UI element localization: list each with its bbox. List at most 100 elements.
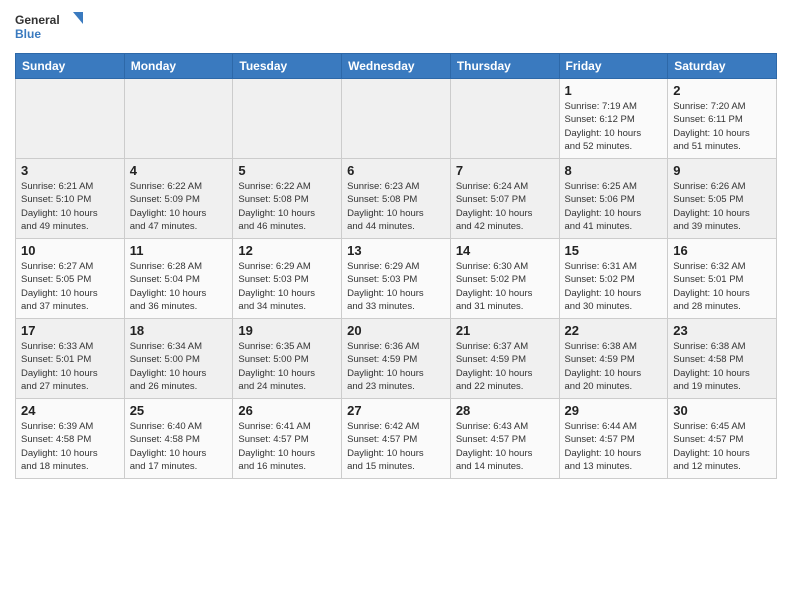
logo: General Blue [15, 10, 85, 45]
day-info: Sunrise: 7:20 AM Sunset: 6:11 PM Dayligh… [673, 100, 771, 153]
day-info: Sunrise: 6:32 AM Sunset: 5:01 PM Dayligh… [673, 260, 771, 313]
calendar-cell [342, 79, 451, 159]
weekday-header-wednesday: Wednesday [342, 54, 451, 79]
day-info: Sunrise: 6:25 AM Sunset: 5:06 PM Dayligh… [565, 180, 663, 233]
calendar-cell: 5 Sunrise: 6:22 AM Sunset: 5:08 PM Daylig… [233, 159, 342, 239]
logo-svg: General Blue [15, 10, 85, 45]
day-info: Sunrise: 6:24 AM Sunset: 5:07 PM Dayligh… [456, 180, 554, 233]
day-info: Sunrise: 6:29 AM Sunset: 5:03 PM Dayligh… [238, 260, 336, 313]
day-number: 29 [565, 403, 663, 418]
day-number: 8 [565, 163, 663, 178]
day-number: 22 [565, 323, 663, 338]
day-number: 26 [238, 403, 336, 418]
day-number: 4 [130, 163, 228, 178]
day-info: Sunrise: 6:27 AM Sunset: 5:05 PM Dayligh… [21, 260, 119, 313]
calendar-cell: 27Sunrise: 6:42 AM Sunset: 4:57 PM Dayli… [342, 399, 451, 479]
calendar-cell: 3Sunrise: 6:21 AM Sunset: 5:10 PM Daylig… [16, 159, 125, 239]
day-info: Sunrise: 6:36 AM Sunset: 4:59 PM Dayligh… [347, 340, 445, 393]
day-number: 1 [565, 83, 663, 98]
weekday-header-thursday: Thursday [450, 54, 559, 79]
calendar-cell: 4 Sunrise: 6:22 AM Sunset: 5:09 PM Daylig… [124, 159, 233, 239]
day-number: 23 [673, 323, 771, 338]
day-number: 12 [238, 243, 336, 258]
calendar-cell: 21 Sunrise: 6:37 AM Sunset: 4:59 PM Dayli… [450, 319, 559, 399]
day-number: 6 [347, 163, 445, 178]
calendar-cell: 19Sunrise: 6:35 AM Sunset: 5:00 PM Dayli… [233, 319, 342, 399]
calendar-cell: 17 Sunrise: 6:33 AM Sunset: 5:01 PM Dayli… [16, 319, 125, 399]
day-number: 16 [673, 243, 771, 258]
day-number: 14 [456, 243, 554, 258]
day-info: Sunrise: 6:33 AM Sunset: 5:01 PM Dayligh… [21, 340, 119, 393]
day-number: 27 [347, 403, 445, 418]
calendar-cell: 22 Sunrise: 6:38 AM Sunset: 4:59 PM Dayli… [559, 319, 668, 399]
calendar-cell: 13 Sunrise: 6:29 AM Sunset: 5:03 PM Dayli… [342, 239, 451, 319]
day-info: Sunrise: 7:19 AM Sunset: 6:12 PM Dayligh… [565, 100, 663, 153]
calendar-cell: 20 Sunrise: 6:36 AM Sunset: 4:59 PM Dayli… [342, 319, 451, 399]
day-info: Sunrise: 6:22 AM Sunset: 5:09 PM Dayligh… [130, 180, 228, 233]
calendar-cell: 25Sunrise: 6:40 AM Sunset: 4:58 PM Dayli… [124, 399, 233, 479]
day-info: Sunrise: 6:37 AM Sunset: 4:59 PM Dayligh… [456, 340, 554, 393]
calendar-cell: 28 Sunrise: 6:43 AM Sunset: 4:57 PM Dayli… [450, 399, 559, 479]
calendar-cell [450, 79, 559, 159]
calendar-cell [16, 79, 125, 159]
day-info: Sunrise: 6:28 AM Sunset: 5:04 PM Dayligh… [130, 260, 228, 313]
day-number: 2 [673, 83, 771, 98]
day-number: 19 [238, 323, 336, 338]
svg-text:General: General [15, 13, 60, 27]
calendar-table: SundayMondayTuesdayWednesdayThursdayFrid… [15, 53, 777, 479]
weekday-header-monday: Monday [124, 54, 233, 79]
page-header: General Blue [15, 10, 777, 45]
day-number: 15 [565, 243, 663, 258]
calendar-cell: 8 Sunrise: 6:25 AM Sunset: 5:06 PM Daylig… [559, 159, 668, 239]
week-row-4: 17 Sunrise: 6:33 AM Sunset: 5:01 PM Dayli… [16, 319, 777, 399]
day-info: Sunrise: 6:22 AM Sunset: 5:08 PM Dayligh… [238, 180, 336, 233]
day-number: 5 [238, 163, 336, 178]
day-number: 10 [21, 243, 119, 258]
week-row-5: 24 Sunrise: 6:39 AM Sunset: 4:58 PM Dayli… [16, 399, 777, 479]
day-info: Sunrise: 6:38 AM Sunset: 4:58 PM Dayligh… [673, 340, 771, 393]
day-info: Sunrise: 6:21 AM Sunset: 5:10 PM Dayligh… [21, 180, 119, 233]
day-info: Sunrise: 6:29 AM Sunset: 5:03 PM Dayligh… [347, 260, 445, 313]
calendar-cell: 18Sunrise: 6:34 AM Sunset: 5:00 PM Dayli… [124, 319, 233, 399]
day-number: 17 [21, 323, 119, 338]
day-number: 25 [130, 403, 228, 418]
week-row-3: 10 Sunrise: 6:27 AM Sunset: 5:05 PM Dayli… [16, 239, 777, 319]
day-number: 30 [673, 403, 771, 418]
day-number: 21 [456, 323, 554, 338]
calendar-cell: 2 Sunrise: 7:20 AM Sunset: 6:11 PM Daylig… [668, 79, 777, 159]
calendar-cell: 11 Sunrise: 6:28 AM Sunset: 5:04 PM Dayli… [124, 239, 233, 319]
day-info: Sunrise: 6:43 AM Sunset: 4:57 PM Dayligh… [456, 420, 554, 473]
calendar-cell [233, 79, 342, 159]
calendar-cell: 29 Sunrise: 6:44 AM Sunset: 4:57 PM Dayli… [559, 399, 668, 479]
calendar-cell: 12 Sunrise: 6:29 AM Sunset: 5:03 PM Dayli… [233, 239, 342, 319]
calendar-cell: 14Sunrise: 6:30 AM Sunset: 5:02 PM Dayli… [450, 239, 559, 319]
day-number: 24 [21, 403, 119, 418]
day-number: 9 [673, 163, 771, 178]
calendar-cell: 7 Sunrise: 6:24 AM Sunset: 5:07 PM Daylig… [450, 159, 559, 239]
day-info: Sunrise: 6:23 AM Sunset: 5:08 PM Dayligh… [347, 180, 445, 233]
calendar-cell: 26Sunrise: 6:41 AM Sunset: 4:57 PM Dayli… [233, 399, 342, 479]
weekday-header-tuesday: Tuesday [233, 54, 342, 79]
calendar-cell: 10 Sunrise: 6:27 AM Sunset: 5:05 PM Dayli… [16, 239, 125, 319]
page-container: General Blue SundayMondayTuesdayWednesda… [0, 0, 792, 612]
weekday-header-saturday: Saturday [668, 54, 777, 79]
calendar-cell: 6 Sunrise: 6:23 AM Sunset: 5:08 PM Daylig… [342, 159, 451, 239]
day-number: 13 [347, 243, 445, 258]
weekday-header-row: SundayMondayTuesdayWednesdayThursdayFrid… [16, 54, 777, 79]
day-info: Sunrise: 6:38 AM Sunset: 4:59 PM Dayligh… [565, 340, 663, 393]
calendar-cell: 16 Sunrise: 6:32 AM Sunset: 5:01 PM Dayli… [668, 239, 777, 319]
day-info: Sunrise: 6:45 AM Sunset: 4:57 PM Dayligh… [673, 420, 771, 473]
day-info: Sunrise: 6:39 AM Sunset: 4:58 PM Dayligh… [21, 420, 119, 473]
day-info: Sunrise: 6:26 AM Sunset: 5:05 PM Dayligh… [673, 180, 771, 233]
day-number: 7 [456, 163, 554, 178]
day-info: Sunrise: 6:44 AM Sunset: 4:57 PM Dayligh… [565, 420, 663, 473]
calendar-cell: 15Sunrise: 6:31 AM Sunset: 5:02 PM Dayli… [559, 239, 668, 319]
calendar-cell: 23 Sunrise: 6:38 AM Sunset: 4:58 PM Dayli… [668, 319, 777, 399]
calendar-cell: 1 Sunrise: 7:19 AM Sunset: 6:12 PM Daylig… [559, 79, 668, 159]
day-number: 11 [130, 243, 228, 258]
calendar-cell: 24 Sunrise: 6:39 AM Sunset: 4:58 PM Dayli… [16, 399, 125, 479]
day-info: Sunrise: 6:34 AM Sunset: 5:00 PM Dayligh… [130, 340, 228, 393]
day-number: 20 [347, 323, 445, 338]
day-number: 28 [456, 403, 554, 418]
weekday-header-sunday: Sunday [16, 54, 125, 79]
